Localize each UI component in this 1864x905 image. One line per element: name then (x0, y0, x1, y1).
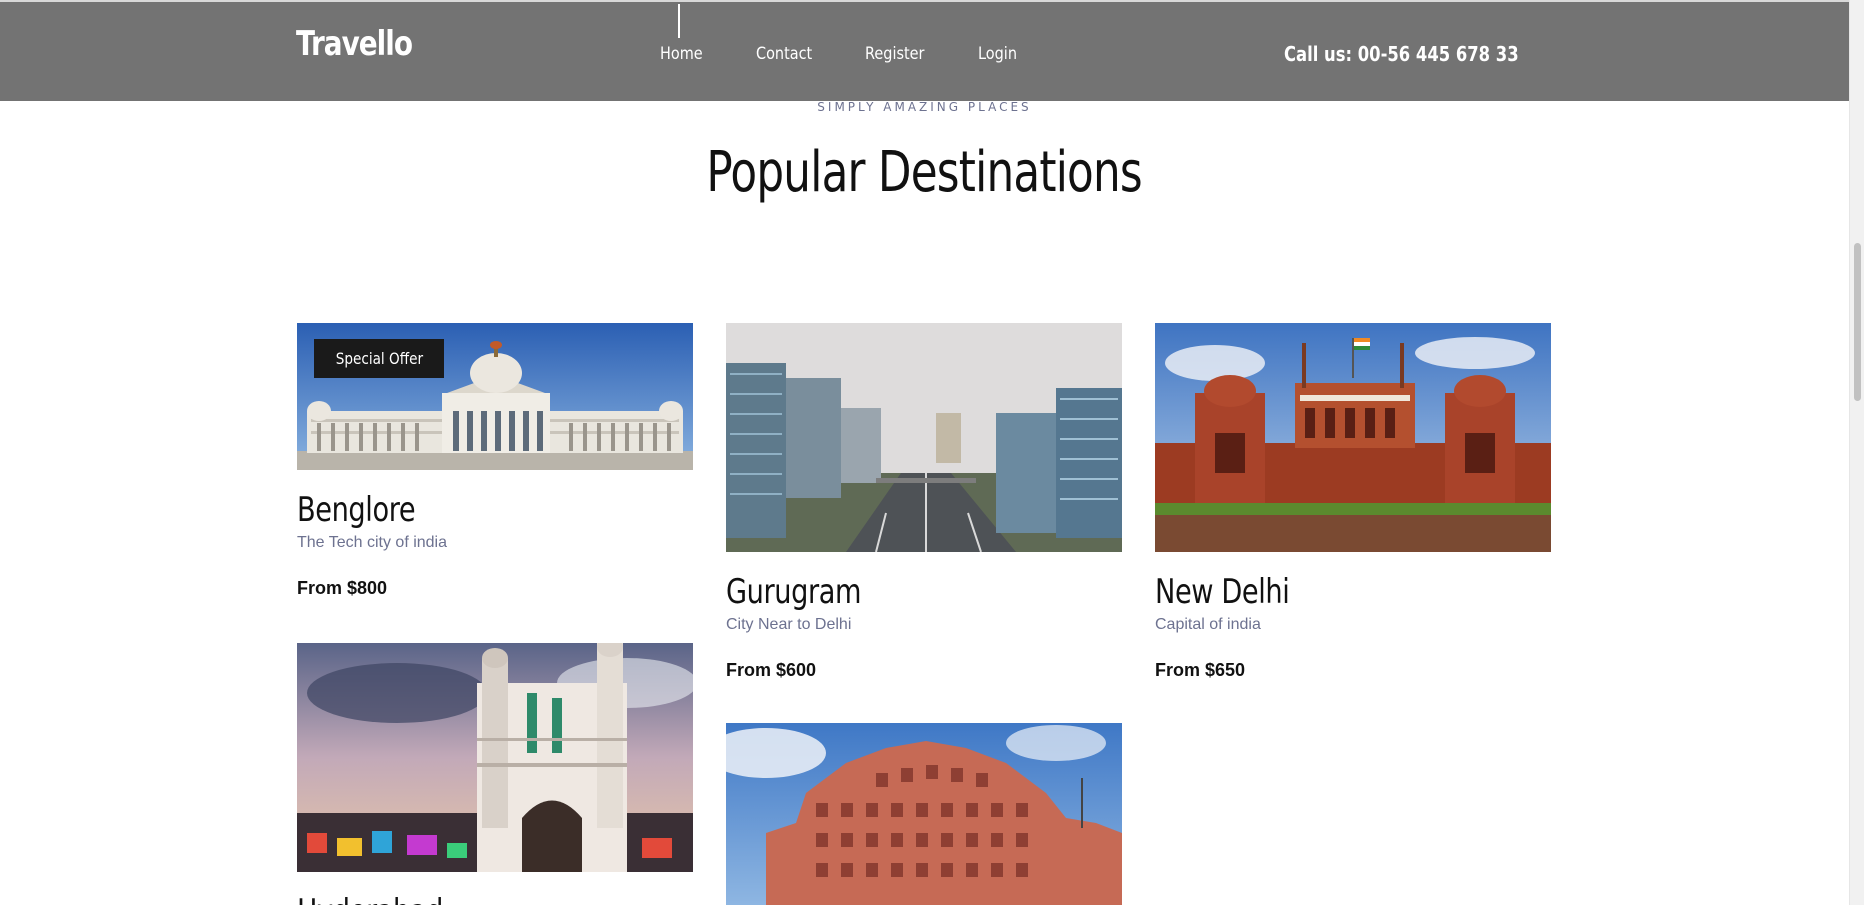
red-fort-image (1155, 323, 1551, 552)
destination-card-hyderabad[interactable]: Hyderabad (297, 643, 693, 905)
card-title[interactable]: Benglore (297, 490, 614, 530)
gurugram-skyline-photo[interactable] (726, 323, 1122, 552)
scrollbar-thumb[interactable] (1854, 243, 1861, 401)
section-eyebrow: SIMPLY AMAZING PLACES (817, 100, 1032, 114)
card-price: From $600 (726, 660, 817, 680)
page-scrollbar[interactable] (1849, 0, 1864, 905)
hawa-mahal-photo[interactable] (726, 723, 1122, 905)
card-subtitle: City Near to Delhi (726, 616, 852, 633)
section-title-text: Popular Destinations (706, 140, 1143, 205)
charminar-photo[interactable] (297, 643, 693, 872)
destination-card-benglore[interactable]: Special Offer Benglore The Tech city of … (297, 323, 693, 599)
site-header: Travello Home Contact Register Login Cal… (0, 0, 1849, 101)
nav-active-indicator (678, 4, 680, 38)
nav-register[interactable]: Register (865, 44, 925, 64)
destination-card-hawa-mahal[interactable] (726, 723, 1122, 905)
destination-card-new-delhi[interactable]: New Delhi Capital of india From $650 (1155, 323, 1551, 681)
special-offer-badge: Special Offer (314, 339, 444, 378)
card-price: From $800 (297, 578, 388, 598)
nav-home[interactable]: Home (660, 44, 703, 64)
nav-login[interactable]: Login (978, 44, 1017, 64)
section-title: Popular Destinations (0, 140, 1849, 205)
destination-card-gurugram[interactable]: Gurugram City Near to Delhi From $600 (726, 323, 1122, 681)
card-title[interactable]: Hyderabad (297, 892, 614, 905)
card-price: From $650 (1155, 660, 1246, 680)
hawa-mahal-image (726, 723, 1122, 905)
gurugram-skyline-image (726, 323, 1122, 552)
card-subtitle: The Tech city of india (297, 534, 448, 551)
card-subtitle: Capital of india (1155, 616, 1261, 633)
card-title[interactable]: Gurugram (726, 572, 1043, 612)
card-title[interactable]: New Delhi (1155, 572, 1472, 612)
red-fort-photo[interactable] (1155, 323, 1551, 552)
nav-contact[interactable]: Contact (756, 44, 812, 64)
site-logo[interactable]: Travello (296, 24, 413, 64)
special-offer-label: Special Offer (335, 349, 423, 368)
vidhana-soudha-photo[interactable]: Special Offer (297, 323, 693, 470)
charminar-image (297, 643, 693, 872)
phone-number: Call us: 00-56 445 678 33 (1284, 42, 1519, 66)
